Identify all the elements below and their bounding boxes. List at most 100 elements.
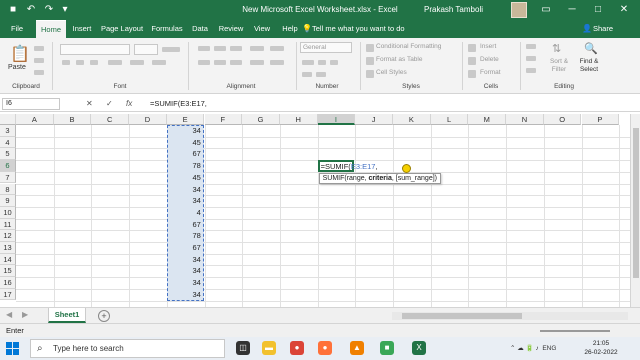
orientation-icon[interactable] <box>250 46 264 51</box>
redo-icon[interactable]: ↷ <box>42 0 56 20</box>
firefox-icon[interactable]: ● <box>318 341 332 355</box>
active-cell-editor[interactable]: =SUMIF(E3:E17, <box>317 160 378 173</box>
currency-icon[interactable] <box>302 60 314 65</box>
quick-access-more-icon[interactable]: ▾ <box>58 0 72 20</box>
fill-icon[interactable] <box>526 56 536 61</box>
bold-icon[interactable] <box>62 60 70 65</box>
column-header-i[interactable]: I <box>317 114 356 125</box>
cell-e11[interactable]: 67 <box>167 219 203 231</box>
maximize-icon[interactable]: □ <box>586 0 610 20</box>
font-name-dropdown[interactable] <box>60 44 130 55</box>
sheet-nav-right-icon[interactable]: ▶ <box>22 310 28 319</box>
tab-file[interactable]: File <box>4 20 30 38</box>
tray-icons[interactable]: ⌃ ☁ 🔋 ♪ <box>510 345 539 352</box>
tab-review[interactable]: Review <box>216 20 246 38</box>
cell-e15[interactable]: 34 <box>167 265 203 277</box>
row-header-11[interactable]: 11 <box>0 218 16 231</box>
cell-e9[interactable]: 34 <box>167 195 203 207</box>
row-header-6[interactable]: 6 <box>0 160 16 172</box>
insert-function-icon[interactable]: fx <box>126 98 132 110</box>
borders-icon[interactable] <box>108 60 122 65</box>
percent-icon[interactable] <box>318 60 326 65</box>
autosave-icon[interactable]: ■ <box>6 0 20 20</box>
cut-icon[interactable] <box>34 46 44 51</box>
column-header-m[interactable]: M <box>468 114 507 125</box>
conditional-formatting-button[interactable]: Conditional Formatting <box>376 43 441 50</box>
name-box[interactable]: I6 <box>2 98 60 110</box>
format-painter-icon[interactable] <box>34 70 44 75</box>
paste-icon[interactable]: 📋 <box>10 44 30 64</box>
copy-icon[interactable] <box>34 58 44 63</box>
cell-e6[interactable]: 78 <box>167 160 203 172</box>
cell-e7[interactable]: 45 <box>167 172 203 184</box>
row-header-10[interactable]: 10 <box>0 206 16 219</box>
format-as-table-button[interactable]: Format as Table <box>376 56 422 63</box>
align-middle-icon[interactable] <box>214 46 226 51</box>
new-sheet-button[interactable]: + <box>98 310 110 322</box>
align-bottom-icon[interactable] <box>230 46 242 51</box>
close-icon[interactable]: ✕ <box>612 0 636 20</box>
windows-start-icon[interactable] <box>6 342 19 355</box>
share-button[interactable]: Share <box>593 20 613 38</box>
formula-input[interactable]: =SUMIF(E3:E17, <box>150 98 207 110</box>
column-header-e[interactable]: E <box>166 114 205 125</box>
undo-icon[interactable]: ↶ <box>24 0 38 20</box>
column-header-p[interactable]: P <box>581 114 620 125</box>
cell-e3[interactable]: 34 <box>167 125 203 137</box>
number-format-dropdown[interactable]: General <box>300 42 352 53</box>
column-header-k[interactable]: K <box>393 114 431 125</box>
horizontal-scrollbar[interactable] <box>392 312 628 320</box>
row-header-17[interactable]: 17 <box>0 288 16 301</box>
language-indicator[interactable]: ENG <box>542 345 556 352</box>
vlc-icon[interactable]: ▲ <box>350 341 364 355</box>
row-header-15[interactable]: 15 <box>0 265 16 278</box>
tab-home[interactable]: Home <box>36 20 66 38</box>
comma-icon[interactable] <box>330 60 338 65</box>
font-grow-shrink-icon[interactable] <box>162 47 180 52</box>
clear-icon[interactable] <box>526 68 536 73</box>
column-header-a[interactable]: A <box>16 114 54 125</box>
insert-cells-button[interactable]: Insert <box>480 43 496 50</box>
tab-page-layout[interactable]: Page Layout <box>98 20 146 38</box>
indent-icon[interactable] <box>250 60 264 65</box>
row-header-4[interactable]: 4 <box>0 136 16 149</box>
row-header-13[interactable]: 13 <box>0 242 16 254</box>
row-header-5[interactable]: 5 <box>0 148 16 161</box>
cell-e4[interactable]: 45 <box>167 137 203 149</box>
cell-e16[interactable]: 34 <box>167 277 203 289</box>
underline-icon[interactable] <box>90 60 98 65</box>
row-header-14[interactable]: 14 <box>0 253 16 266</box>
horizontal-scroll-thumb[interactable] <box>402 313 522 319</box>
system-tray[interactable]: ⌃ ☁ 🔋 ♪ ENG <box>510 337 556 360</box>
user-name[interactable]: Prakash Tamboli <box>424 0 483 20</box>
enter-icon[interactable]: ✓ <box>106 98 113 110</box>
align-center-icon[interactable] <box>214 60 226 65</box>
select-all-corner[interactable] <box>0 114 16 125</box>
align-left-icon[interactable] <box>198 60 210 65</box>
row-header-9[interactable]: 9 <box>0 195 16 207</box>
column-header-d[interactable]: D <box>129 114 167 125</box>
cell-e13[interactable]: 67 <box>167 242 203 254</box>
cell-e14[interactable]: 34 <box>167 254 203 266</box>
cell-styles-button[interactable]: Cell Styles <box>376 69 407 76</box>
minimize-icon[interactable]: ─ <box>560 0 584 20</box>
align-top-icon[interactable] <box>198 46 210 51</box>
row-header-3[interactable]: 3 <box>0 125 16 137</box>
file-explorer-icon[interactable]: ▬ <box>262 341 276 355</box>
fill-color-icon[interactable] <box>130 60 144 65</box>
worksheet-grid[interactable]: ABCDEFGHIJKLMNOP 3 4 5 6 7 8 9 10 11 12 13 14 15 16 17… <box>0 114 640 307</box>
font-color-icon[interactable] <box>152 60 166 65</box>
vertical-scrollbar[interactable] <box>630 114 640 307</box>
column-header-o[interactable]: O <box>543 114 582 125</box>
taskbar-search-input[interactable]: ⌕ Type here to search <box>30 339 225 358</box>
excel-icon[interactable]: X <box>412 341 426 355</box>
column-header-b[interactable]: B <box>53 114 92 125</box>
tell-me-search[interactable]: Tell me what you want to do <box>312 20 405 38</box>
find-select-button[interactable]: Find & Select <box>574 58 604 74</box>
row-header-16[interactable]: 16 <box>0 277 16 289</box>
row-header-8[interactable]: 8 <box>0 183 16 196</box>
merge-center-icon[interactable] <box>270 60 284 65</box>
tab-formulas[interactable]: Formulas <box>148 20 186 38</box>
avatar[interactable] <box>511 2 527 18</box>
column-header-l[interactable]: L <box>430 114 469 125</box>
